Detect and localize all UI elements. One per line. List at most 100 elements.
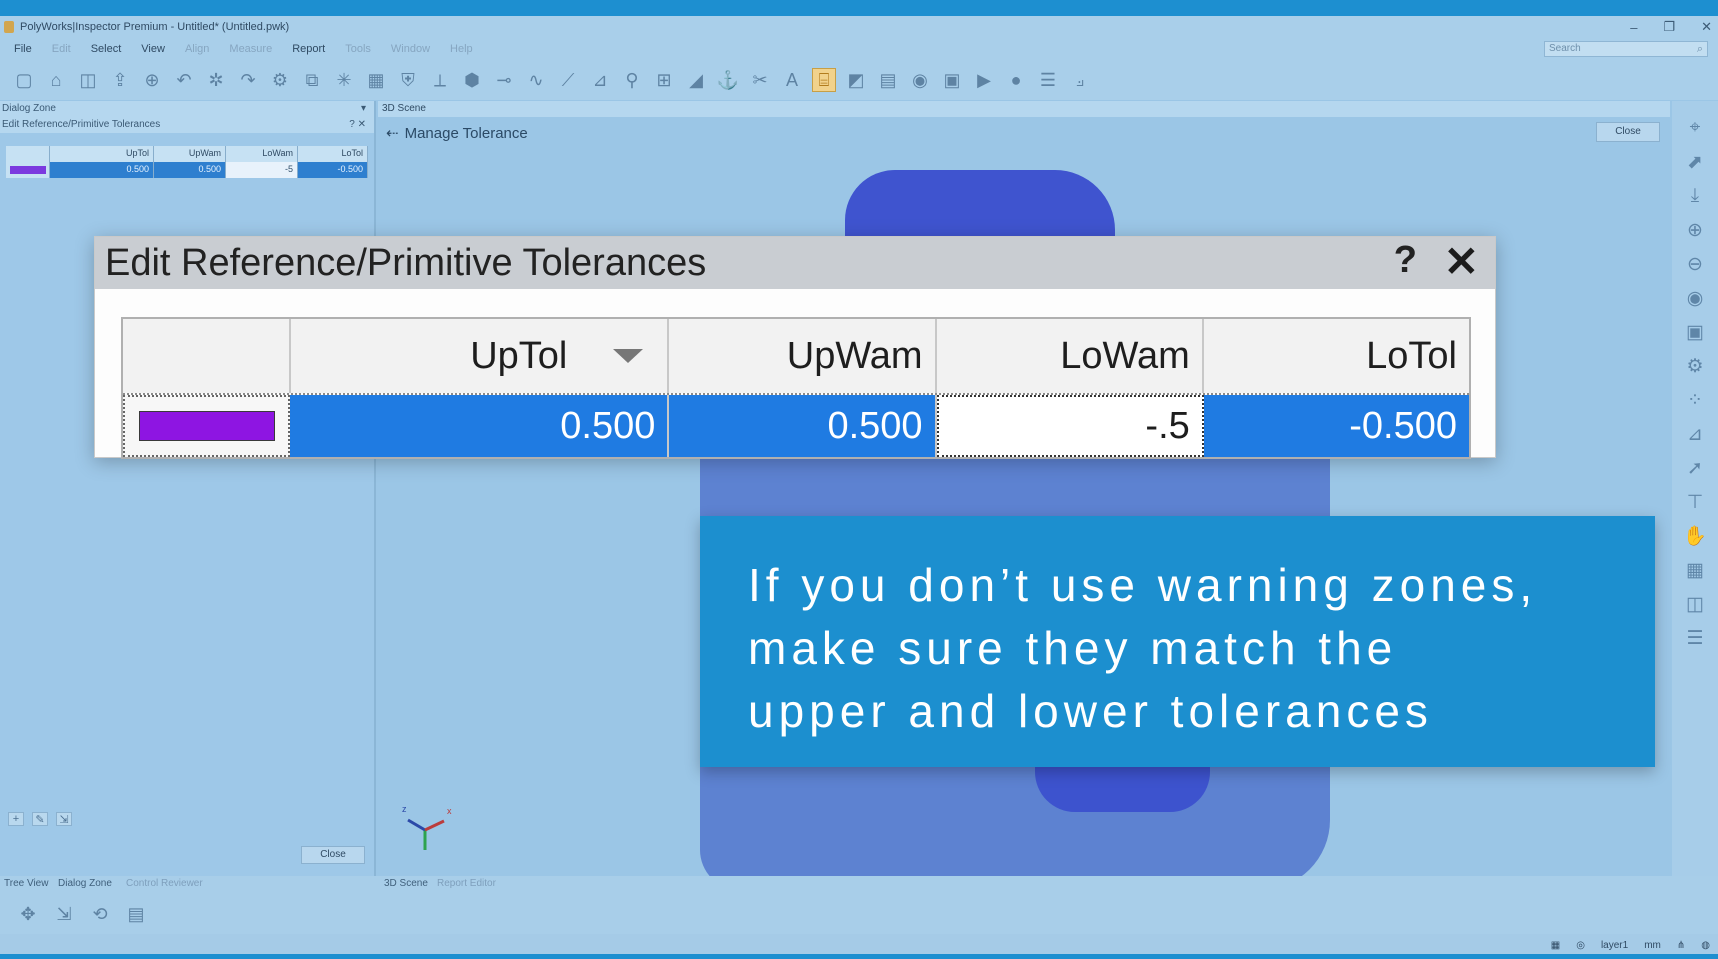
tab-dialog-zone[interactable]: Dialog Zone: [58, 878, 112, 889]
header-lowam[interactable]: LoWam: [936, 319, 1204, 393]
close-window-button[interactable]: ✕: [1701, 19, 1712, 35]
cell-upwam[interactable]: 0.500: [669, 395, 937, 457]
color-swatch-cell[interactable]: [6, 162, 50, 178]
zoom-icon[interactable]: ⚲: [620, 68, 644, 92]
scene-close-button[interactable]: Close: [1596, 122, 1660, 142]
points-icon[interactable]: ⁘: [1682, 387, 1708, 413]
tab-3d-scene[interactable]: 3D Scene: [384, 878, 428, 889]
move-icon[interactable]: ⇲: [52, 902, 76, 926]
menu-file[interactable]: File: [14, 43, 32, 55]
box-icon[interactable]: ▣: [1682, 319, 1708, 345]
download-icon[interactable]: ⤓: [1682, 183, 1708, 209]
cell-uptol[interactable]: 0.500: [290, 395, 670, 457]
redo-icon[interactable]: ↷: [236, 68, 260, 92]
curve-icon[interactable]: ∿: [524, 68, 548, 92]
camera-icon[interactable]: ◉: [908, 68, 932, 92]
menu-view[interactable]: View: [141, 43, 165, 55]
zoom-in-icon[interactable]: ⊕: [1682, 217, 1708, 243]
settings-icon[interactable]: ⚙: [268, 68, 292, 92]
cube-icon[interactable]: ⬢: [460, 68, 484, 92]
transform-icon[interactable]: ✥: [16, 902, 40, 926]
frame-icon[interactable]: ⊞: [652, 68, 676, 92]
color-swatch-cell[interactable]: [123, 395, 291, 457]
edit-icon[interactable]: ✎: [32, 812, 48, 826]
header-uptol[interactable]: UpTol: [50, 146, 154, 162]
chevron-down-icon[interactable]: ▾: [361, 103, 366, 115]
menu-window[interactable]: Window: [391, 43, 430, 55]
tolerance-icon[interactable]: ⌸: [812, 68, 836, 92]
pick-icon[interactable]: ⬈: [1682, 149, 1708, 175]
close-panel-button[interactable]: ✕: [358, 119, 366, 130]
mesh-icon[interactable]: ▤: [124, 902, 148, 926]
record-icon[interactable]: ●: [1004, 68, 1028, 92]
remove-icon[interactable]: ⇲: [56, 812, 72, 826]
menu-report[interactable]: Report: [292, 43, 325, 55]
export-icon[interactable]: ⇪: [108, 68, 132, 92]
layers-icon[interactable]: ☰: [1036, 68, 1060, 92]
dialog-close-button[interactable]: Close: [301, 846, 365, 864]
align-icon[interactable]: ⊿: [1682, 421, 1708, 447]
menu-tools[interactable]: Tools: [345, 43, 371, 55]
snap-icon[interactable]: ◎: [1576, 940, 1585, 951]
section-icon[interactable]: ⊤: [1682, 489, 1708, 515]
cell-upwam[interactable]: 0.500: [154, 162, 226, 178]
header-lotol[interactable]: LoTol: [1203, 319, 1469, 393]
cell-lotol[interactable]: -0.500: [298, 162, 368, 178]
save-icon[interactable]: ◫: [76, 68, 100, 92]
sparkle-icon[interactable]: ✳: [332, 68, 356, 92]
zoom-fit-icon[interactable]: ⊖: [1682, 251, 1708, 277]
arrow-left-icon[interactable]: ⇠: [386, 124, 399, 142]
add-icon[interactable]: +: [8, 812, 24, 826]
cell-lotol[interactable]: -0.500: [1203, 395, 1469, 457]
measure-icon[interactable]: ⟂: [428, 68, 452, 92]
restore-button[interactable]: ❐: [1663, 19, 1675, 35]
capture-icon[interactable]: ⌖: [1682, 115, 1708, 141]
hand-icon[interactable]: ✋: [1682, 523, 1708, 549]
header-uptol[interactable]: UpTol: [290, 319, 670, 393]
tab-control-reviewer[interactable]: Control Reviewer: [126, 878, 203, 889]
plot-icon[interactable]: ⟓: [1068, 68, 1092, 92]
grid-icon[interactable]: ▦: [364, 68, 388, 92]
cell-lowam-editing[interactable]: -.5: [936, 395, 1204, 457]
camera-settings-icon[interactable]: ⚙: [1682, 353, 1708, 379]
menu-measure[interactable]: Measure: [229, 43, 272, 55]
menu-align[interactable]: Align: [185, 43, 209, 55]
layer-icon[interactable]: ☰: [1682, 625, 1708, 651]
rotate-icon[interactable]: ⟲: [88, 902, 112, 926]
header-upwam[interactable]: UpWam: [669, 319, 937, 393]
grid-view-icon[interactable]: ▦: [1682, 557, 1708, 583]
header-lowam[interactable]: LoWam: [226, 146, 298, 162]
chat-icon[interactable]: ◍: [1701, 940, 1710, 951]
line-icon[interactable]: ⟋: [556, 68, 580, 92]
menu-edit[interactable]: Edit: [52, 43, 71, 55]
header-lotol[interactable]: LoTol: [298, 146, 368, 162]
tab-report-editor[interactable]: Report Editor: [437, 878, 496, 889]
map-icon[interactable]: ◩: [844, 68, 868, 92]
menu-help[interactable]: Help: [450, 43, 473, 55]
play-icon[interactable]: ▶: [972, 68, 996, 92]
undo-icon[interactable]: ↶: [172, 68, 196, 92]
minimize-button[interactable]: –: [1630, 20, 1637, 35]
copy-icon[interactable]: ⧉: [300, 68, 324, 92]
new-file-icon[interactable]: ▢: [12, 68, 36, 92]
help-icon[interactable]: ?: [1394, 239, 1417, 282]
menu-select[interactable]: Select: [91, 43, 122, 55]
close-icon[interactable]: ✕: [1444, 237, 1479, 286]
anchor-icon[interactable]: ⚓: [716, 68, 740, 92]
cell-uptol[interactable]: 0.500: [50, 162, 154, 178]
grid-icon[interactable]: ▦: [1551, 940, 1560, 951]
header-upwam[interactable]: UpWam: [154, 146, 226, 162]
units-selector[interactable]: mm: [1644, 940, 1661, 951]
tab-tree-view[interactable]: Tree View: [4, 878, 48, 889]
shape-icon[interactable]: ✲: [204, 68, 228, 92]
clip-icon[interactable]: ✂: [748, 68, 772, 92]
cell-lowam[interactable]: -5: [226, 162, 298, 178]
eye-icon[interactable]: ◉: [1682, 285, 1708, 311]
graph-icon[interactable]: ⊿: [588, 68, 612, 92]
text-icon[interactable]: A: [780, 68, 804, 92]
tree-icon[interactable]: ⋔: [1677, 940, 1685, 951]
dialog-icon[interactable]: ◫: [1682, 591, 1708, 617]
layer-selector[interactable]: layer1: [1601, 940, 1628, 951]
table-row[interactable]: 0.500 0.500 -5 -0.500: [6, 162, 368, 178]
probe-icon[interactable]: ⊸: [492, 68, 516, 92]
